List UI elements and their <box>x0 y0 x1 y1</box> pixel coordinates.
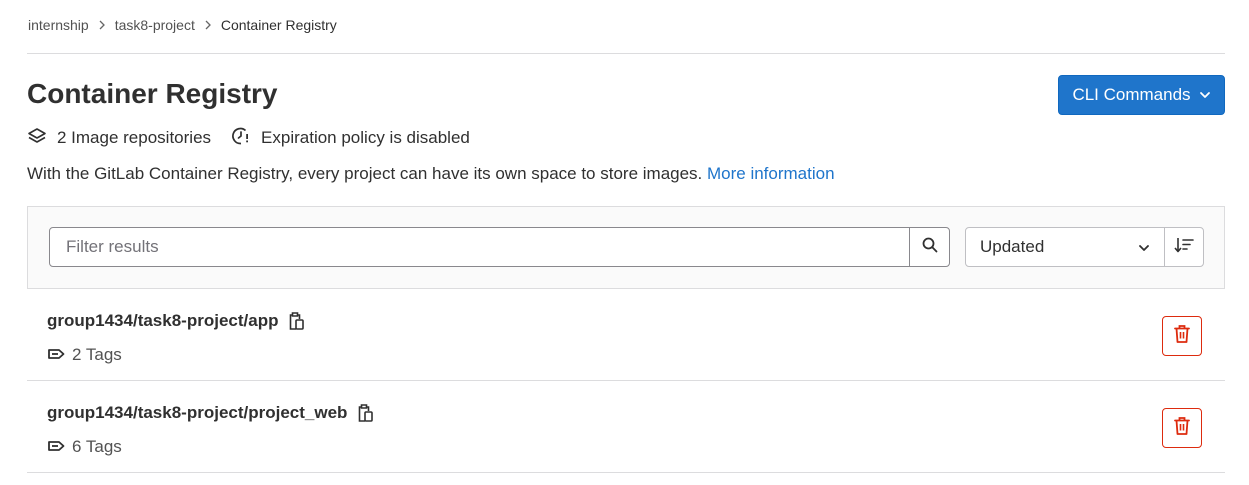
chevron-right-icon <box>98 20 106 30</box>
tags-count-text: 6 Tags <box>72 437 122 456</box>
expiration-policy: Expiration policy is disabled <box>231 126 470 151</box>
repo-name-line: group1434/task8-project/project_web <box>47 403 375 423</box>
list-item: group1434/task8-project/project_web 6 Ta… <box>27 381 1225 473</box>
breadcrumb-current[interactable]: Container Registry <box>221 17 337 33</box>
tags-count-text: 2 Tags <box>72 345 122 364</box>
copy-to-clipboard-icon[interactable] <box>288 311 306 331</box>
breadcrumb: internship task8-project Container Regis… <box>28 15 337 35</box>
repo-name-line: group1434/task8-project/app <box>47 311 306 331</box>
trash-icon <box>1173 416 1191 441</box>
repositories-count-text: 2 Image repositories <box>57 128 212 147</box>
filter-bar: Updated <box>27 206 1225 289</box>
delete-repository-button[interactable] <box>1162 408 1202 448</box>
delete-repository-button[interactable] <box>1162 316 1202 356</box>
filter-input[interactable] <box>50 228 909 266</box>
layers-icon <box>27 127 47 150</box>
registry-meta: 2 Image repositories Expiration policy i… <box>27 126 490 150</box>
repositories-count: 2 Image repositories <box>27 127 211 150</box>
breadcrumb-item-project[interactable]: task8-project <box>115 17 195 33</box>
sort-dropdown[interactable]: Updated <box>965 227 1165 267</box>
registry-description: With the GitLab Container Registry, ever… <box>27 163 835 185</box>
page-title: Container Registry <box>27 78 278 109</box>
cli-commands-label: CLI Commands <box>1072 85 1191 104</box>
repo-name-link[interactable]: group1434/task8-project/app <box>47 311 278 331</box>
tags-count: 6 Tags <box>47 437 122 457</box>
sort-lowest-icon <box>1174 236 1194 259</box>
more-information-link[interactable]: More information <box>707 164 835 183</box>
cli-commands-button[interactable]: CLI Commands <box>1058 75 1225 115</box>
tags-count: 2 Tags <box>47 345 122 365</box>
expiration-policy-text: Expiration policy is disabled <box>261 128 470 147</box>
search-icon <box>922 237 938 258</box>
registry-description-text: With the GitLab Container Registry, ever… <box>27 164 707 183</box>
search-box <box>49 227 950 267</box>
label-icon <box>47 437 65 457</box>
divider <box>27 53 1225 54</box>
repo-name-link[interactable]: group1434/task8-project/project_web <box>47 403 347 423</box>
sort-direction-button[interactable] <box>1164 227 1204 267</box>
list-item: group1434/task8-project/app 2 Tags <box>27 289 1225 381</box>
label-icon <box>47 345 65 365</box>
search-button[interactable] <box>909 228 949 266</box>
chevron-down-icon <box>1199 91 1211 99</box>
chevron-right-icon <box>204 20 212 30</box>
breadcrumb-item-group[interactable]: internship <box>28 17 89 33</box>
copy-to-clipboard-icon[interactable] <box>357 403 375 423</box>
trash-icon <box>1173 324 1191 349</box>
chevron-down-icon <box>1138 237 1150 257</box>
sort-dropdown-value: Updated <box>980 237 1045 256</box>
clock-alert-icon <box>231 126 251 151</box>
